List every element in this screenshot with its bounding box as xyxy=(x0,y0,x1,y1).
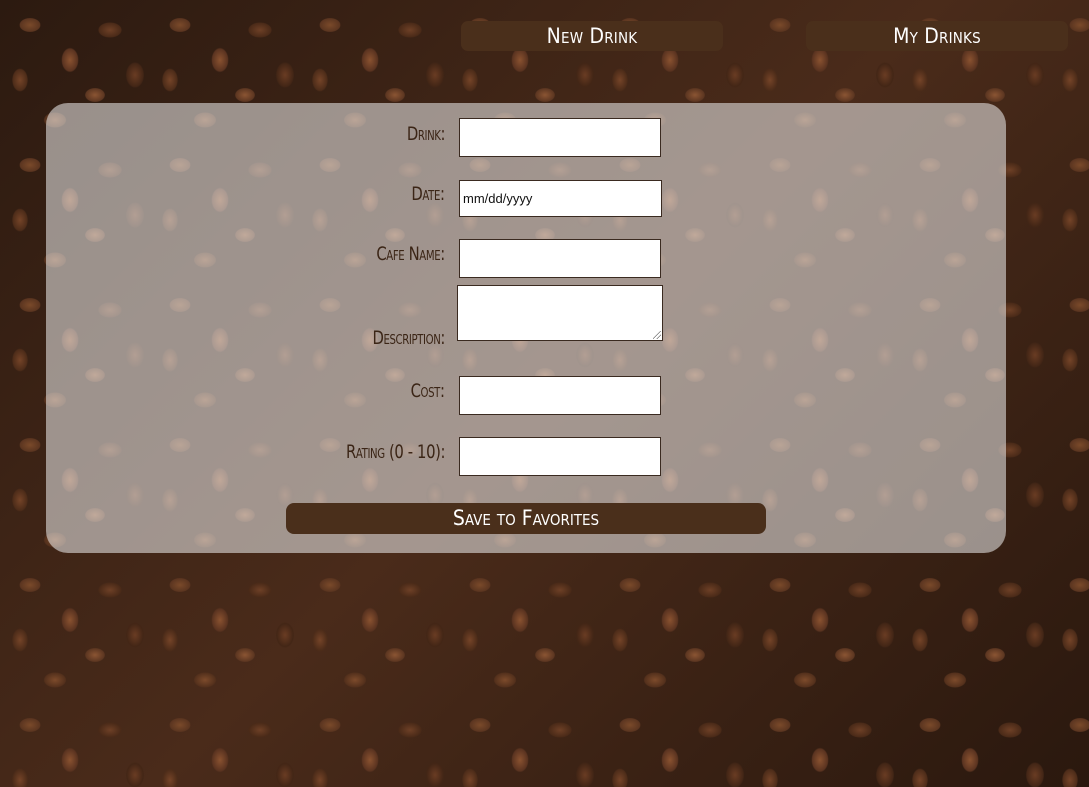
date-input[interactable]: mm/dd/yyyy xyxy=(459,180,662,217)
drink-input[interactable] xyxy=(459,118,661,157)
cafe-name-label: Cafe Name: xyxy=(376,243,445,265)
new-drink-nav-button[interactable]: New Drink xyxy=(461,21,723,51)
my-drinks-nav-button[interactable]: My Drinks xyxy=(806,21,1068,51)
rating-label: Rating (0 - 10): xyxy=(345,441,446,463)
rating-input[interactable] xyxy=(459,437,661,476)
save-to-favorites-button[interactable]: Save to Favorites xyxy=(286,503,766,534)
cost-input[interactable] xyxy=(459,376,661,415)
date-label: Date: xyxy=(411,183,446,205)
description-label: Description: xyxy=(372,327,445,349)
cost-label: Cost: xyxy=(410,380,445,402)
drink-label: Drink: xyxy=(406,123,446,145)
cafe-name-input[interactable] xyxy=(459,239,661,278)
description-textarea[interactable] xyxy=(457,285,663,341)
drink-form-panel: Drink: Date: mm/dd/yyyy Cafe Name: Descr… xyxy=(46,103,1006,553)
